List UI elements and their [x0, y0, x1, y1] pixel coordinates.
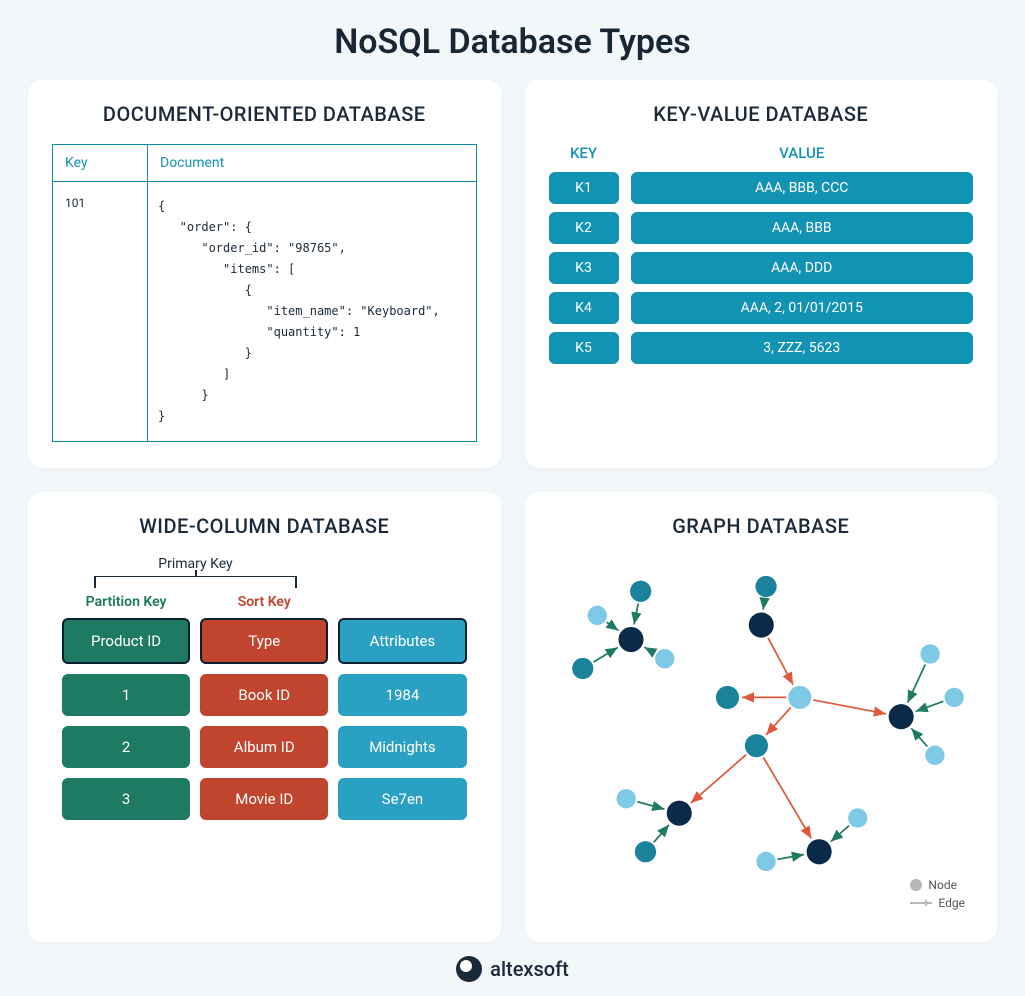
graph-node	[618, 627, 643, 652]
graph-svg	[549, 556, 974, 916]
graph-node	[655, 649, 674, 668]
kv-value: AAA, DDD	[631, 252, 974, 284]
graph-edge	[763, 757, 811, 838]
graph-node	[634, 841, 655, 862]
graph-legend: Node Edge	[910, 874, 965, 910]
card-title-widecolumn: WIDE-COLUMN DATABASE	[52, 514, 477, 538]
doc-header-document: Document	[148, 145, 476, 181]
graph-edge	[830, 826, 848, 842]
wc-cell: Movie ID	[200, 778, 328, 820]
graph-node	[788, 686, 811, 709]
doc-key-value: 101	[53, 182, 148, 441]
kv-row: K3 AAA, DDD	[549, 252, 974, 284]
wc-header-attributes: Attributes	[338, 618, 466, 664]
footer-brand: altexsoft	[0, 956, 1025, 982]
card-graph: GRAPH DATABASE Node Edge	[525, 492, 998, 942]
graph-node	[756, 852, 775, 871]
graph-edge	[813, 700, 886, 714]
card-title-graph: GRAPH DATABASE	[549, 514, 974, 538]
graph-edge	[606, 622, 618, 630]
card-key-value: KEY-VALUE DATABASE KEY VALUE K1 AAA, BBB,…	[525, 80, 998, 468]
kv-value: AAA, BBB, CCC	[631, 172, 974, 204]
kv-value: AAA, BBB	[631, 212, 974, 244]
graph-node	[572, 658, 593, 679]
graph-edge	[768, 638, 793, 685]
wc-row: 1Book ID1984	[62, 674, 467, 716]
brand-text: altexsoft	[490, 957, 569, 981]
legend-edge-label: Edge	[938, 896, 965, 910]
kv-key: K1	[549, 172, 619, 204]
document-table: Key Document 101 { "order": { "order_id"…	[52, 144, 477, 442]
kv-row: K1 AAA, BBB, CCC	[549, 172, 974, 204]
graph-node	[848, 808, 867, 827]
wc-header-product-id: Product ID	[62, 618, 190, 664]
graph-node	[888, 704, 913, 729]
legend-node-label: Node	[928, 878, 957, 892]
wc-table: Product ID Type Attributes 1Book ID1984 2…	[62, 618, 467, 820]
kv-value: 3, ZZZ, 5623	[631, 332, 974, 364]
graph-node	[925, 746, 944, 765]
kv-key: K3	[549, 252, 619, 284]
card-title-keyvalue: KEY-VALUE DATABASE	[549, 102, 974, 126]
sort-key-label: Sort Key	[200, 594, 328, 610]
wc-cell: Se7en	[338, 778, 466, 820]
kv-value: AAA, 2, 01/01/2015	[631, 292, 974, 324]
graph-edge	[644, 647, 654, 653]
card-document-oriented: DOCUMENT-ORIENTED DATABASE Key Document …	[28, 80, 501, 468]
kv-header-key: KEY	[549, 144, 619, 162]
kv-key: K4	[549, 292, 619, 324]
graph-node	[616, 789, 635, 808]
wc-cell: 3	[62, 778, 190, 820]
graph-edge	[911, 728, 927, 746]
graph-edge	[593, 647, 617, 662]
wc-row: 3Movie IDSe7en	[62, 778, 467, 820]
wc-cell: Album ID	[200, 726, 328, 768]
kv-key: K5	[549, 332, 619, 364]
graph-area: Node Edge	[549, 556, 974, 916]
graph-node	[715, 686, 738, 709]
graph-edge	[653, 825, 668, 843]
graph-node	[806, 839, 831, 864]
card-title-document: DOCUMENT-ORIENTED DATABASE	[52, 102, 477, 126]
card-wide-column: WIDE-COLUMN DATABASE Primary Key Partiti…	[28, 492, 501, 942]
doc-document-json: { "order": { "order_id": "98765", "items…	[148, 182, 476, 441]
wc-cell: 1	[62, 674, 190, 716]
graph-edge	[634, 604, 638, 625]
kv-key: K2	[549, 212, 619, 244]
wc-cell: Midnights	[338, 726, 466, 768]
wc-cell: 1984	[338, 674, 466, 716]
primary-key-bracket	[62, 576, 329, 590]
graph-edge	[907, 665, 925, 703]
graph-edge	[637, 802, 664, 809]
wc-header-type: Type	[200, 618, 328, 664]
kv-rows: K1 AAA, BBB, CCC K2 AAA, BBB K3 AAA, DDD K4 AAA…	[549, 172, 974, 364]
page-title: NoSQL Database Types	[0, 0, 1025, 80]
doc-header-key: Key	[53, 145, 148, 181]
wc-row: 2Album IDMidnights	[62, 726, 467, 768]
node-swatch-icon	[910, 879, 922, 891]
graph-edge	[766, 707, 791, 734]
graph-node	[944, 688, 963, 707]
wc-cell: 2	[62, 726, 190, 768]
partition-key-label: Partition Key	[62, 594, 190, 610]
graph-node	[755, 576, 776, 597]
kv-row: K2 AAA, BBB	[549, 212, 974, 244]
kv-row: K5 3, ZZZ, 5623	[549, 332, 974, 364]
edge-swatch-icon	[910, 902, 932, 904]
wc-cell: Book ID	[200, 674, 328, 716]
graph-node	[920, 644, 939, 663]
graph-edge	[763, 599, 764, 610]
graph-edge	[915, 701, 943, 711]
graph-edge	[690, 755, 745, 803]
graph-node	[587, 606, 606, 625]
graph-node	[748, 613, 773, 638]
graph-node	[744, 734, 767, 757]
graph-node	[630, 581, 651, 602]
graph-node	[666, 801, 691, 826]
kv-row: K4 AAA, 2, 01/01/2015	[549, 292, 974, 324]
altexsoft-logo-icon	[456, 956, 482, 982]
graph-edge	[777, 855, 803, 860]
kv-header-value: VALUE	[631, 144, 974, 162]
